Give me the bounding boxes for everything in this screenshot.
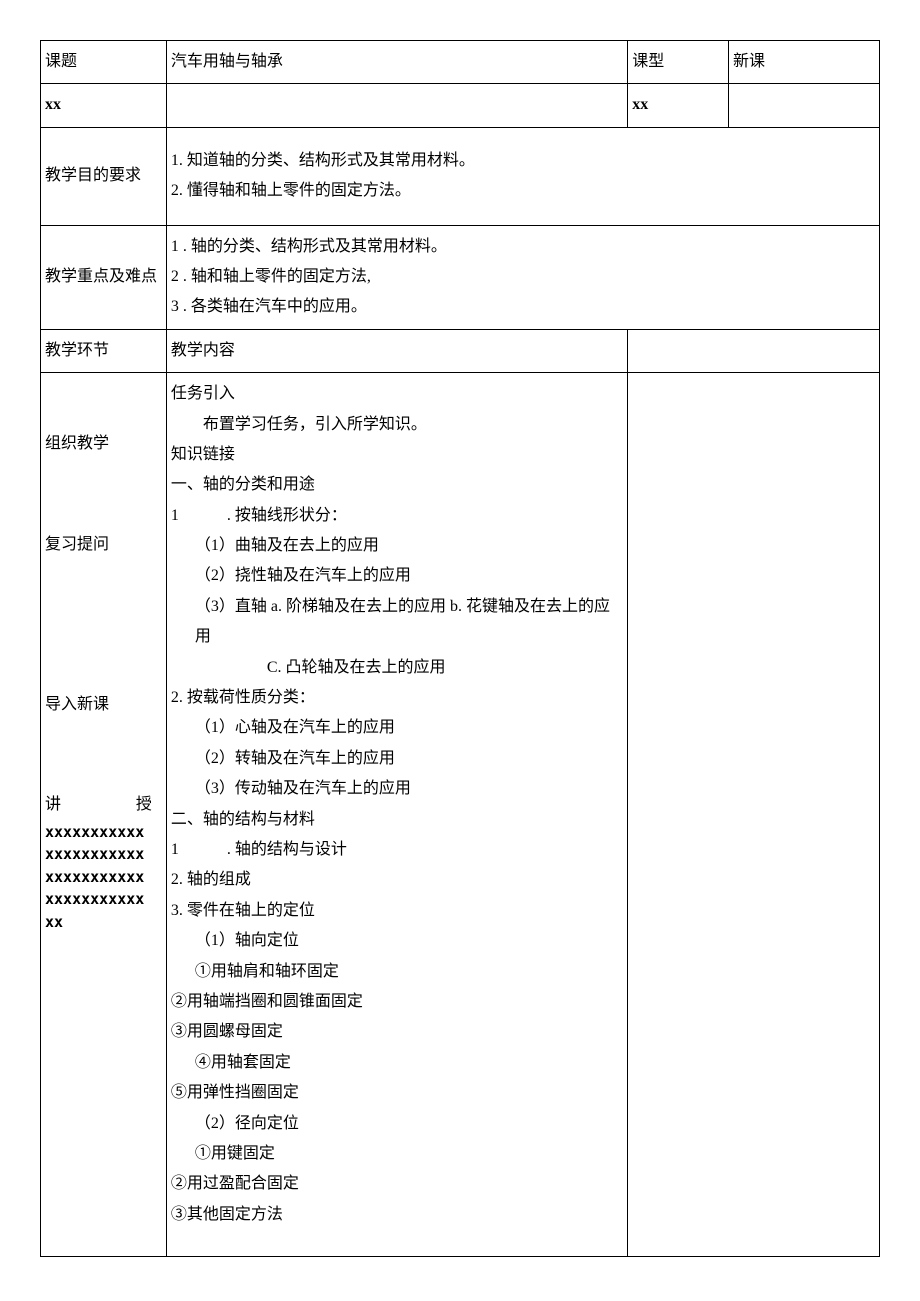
xx-left: xx [41,84,167,127]
task-intro-body: 布置学习任务，引入所学知识。 [171,410,623,440]
sec2-1: 1 . 轴的结构与设计 [171,835,623,865]
sec2-3-1-2: ②用轴端挡圈和圆锥面固定 [171,987,623,1017]
row-content: 组织教学 复习提问 导入新课 讲 授 xxxxxxxxxxx xxxxxxxxx… [41,373,880,1257]
placeholder-x-line: xx [45,911,162,934]
row-keypoints: 教学重点及难点 1 . 轴的分类、结构形式及其常用材料。 2 . 轴和轴上零件的… [41,225,880,329]
sec2-1-text: . 轴的结构与设计 [227,841,347,858]
placeholder-x-line: xxxxxxxxxxx [45,866,162,889]
sec1-1-3: （3）直轴 a. 阶梯轴及在去上的应用 b. 花键轴及在去上的应用 [171,592,623,653]
sec2-3-2-2: ②用过盈配合固定 [171,1169,623,1199]
sec2-3-2-3: ③其他固定方法 [171,1200,623,1230]
row-objectives: 教学目的要求 1. 知道轴的分类、结构形式及其常用材料。 2. 懂得轴和轴上零件… [41,127,880,225]
sec1-1: 1 . 按轴线形状分： [171,501,623,531]
label-stage: 教学环节 [41,329,167,372]
sec2-1-num: 1 [171,835,179,865]
placeholder-x-line: xxxxxxxxxxx [45,843,162,866]
stage-intro: 导入新课 [45,690,162,720]
empty-header-right [628,329,880,372]
xx-right-label: xx [628,84,729,127]
stage-organize: 组织教学 [45,429,162,459]
sec1-1-num: 1 [171,501,179,531]
xx-right-value [728,84,879,127]
sec1-1-text: . 按轴线形状分： [227,507,347,524]
value-lesson-type: 新课 [728,41,879,84]
value-topic: 汽车用轴与轴承 [166,41,627,84]
objective-line: 2. 懂得轴和轴上零件的固定方法。 [171,176,875,206]
row-stage-header: 教学环节 教学内容 [41,329,880,372]
sec2-title: 二、轴的结构与材料 [171,805,623,835]
sec2-3-2: （2）径向定位 [171,1109,623,1139]
sec1-2-1: （1）心轴及在汽车上的应用 [171,713,623,743]
sec2-3-1-5: ⑤用弹性挡圈固定 [171,1078,623,1108]
sec2-3-1-3: ③用圆螺母固定 [171,1017,623,1047]
sec2-3-1-1: ①用轴肩和轴环固定 [171,957,623,987]
right-empty-column [628,373,880,1257]
sec1-1-1: （1）曲轴及在去上的应用 [171,531,623,561]
sec1-title: 一、轴的分类和用途 [171,470,623,500]
sec1-2-3: （3）传动轴及在汽车上的应用 [171,774,623,804]
content-column: 任务引入 布置学习任务，引入所学知识。 知识链接 一、轴的分类和用途 1 . 按轴… [166,373,627,1257]
lecture-char-1: 讲 [45,790,61,820]
sec1-2-title: 2. 按载荷性质分类： [171,683,623,713]
placeholder-x-line: xxxxxxxxxxx [45,821,162,844]
lesson-plan-table: 课题 汽车用轴与轴承 课型 新课 xx xx 教学目的要求 1. 知道轴的分类、… [40,40,880,1257]
objective-line: 1. 知道轴的分类、结构形式及其常用材料。 [171,146,875,176]
sec1-1-3c: C. 凸轮轴及在去上的应用 [171,653,623,683]
sec2-3-1: （1）轴向定位 [171,926,623,956]
placeholder-x-line: xxxxxxxxxxx [45,888,162,911]
sec2-2: 2. 轴的组成 [171,865,623,895]
label-keypoints: 教学重点及难点 [41,225,167,329]
value-objectives: 1. 知道轴的分类、结构形式及其常用材料。 2. 懂得轴和轴上零件的固定方法。 [166,127,879,225]
sec2-3-2-1: ①用键固定 [171,1139,623,1169]
row-topic: 课题 汽车用轴与轴承 课型 新课 [41,41,880,84]
keypoint-line: 3 . 各类轴在汽车中的应用。 [171,292,875,322]
xx-mid [166,84,627,127]
knowledge-link-title: 知识链接 [171,440,623,470]
label-objectives: 教学目的要求 [41,127,167,225]
stage-column: 组织教学 复习提问 导入新课 讲 授 xxxxxxxxxxx xxxxxxxxx… [41,373,167,1257]
label-topic: 课题 [41,41,167,84]
keypoint-line: 2 . 轴和轴上零件的固定方法, [171,262,875,292]
sec2-3: 3. 零件在轴上的定位 [171,896,623,926]
keypoint-line: 1 . 轴的分类、结构形式及其常用材料。 [171,232,875,262]
stage-review: 复习提问 [45,530,162,560]
sec1-2-2: （2）转轴及在汽车上的应用 [171,744,623,774]
sec2-3-1-4: ④用轴套固定 [171,1048,623,1078]
sec1-1-2: （2）挠性轴及在汽车上的应用 [171,561,623,591]
stage-lecture: 讲 授 [45,790,152,820]
value-keypoints: 1 . 轴的分类、结构形式及其常用材料。 2 . 轴和轴上零件的固定方法, 3 … [166,225,879,329]
row-xx: xx xx [41,84,880,127]
task-intro-title: 任务引入 [171,379,623,409]
label-lesson-type: 课型 [628,41,729,84]
label-content: 教学内容 [166,329,627,372]
lecture-char-2: 授 [136,790,152,820]
